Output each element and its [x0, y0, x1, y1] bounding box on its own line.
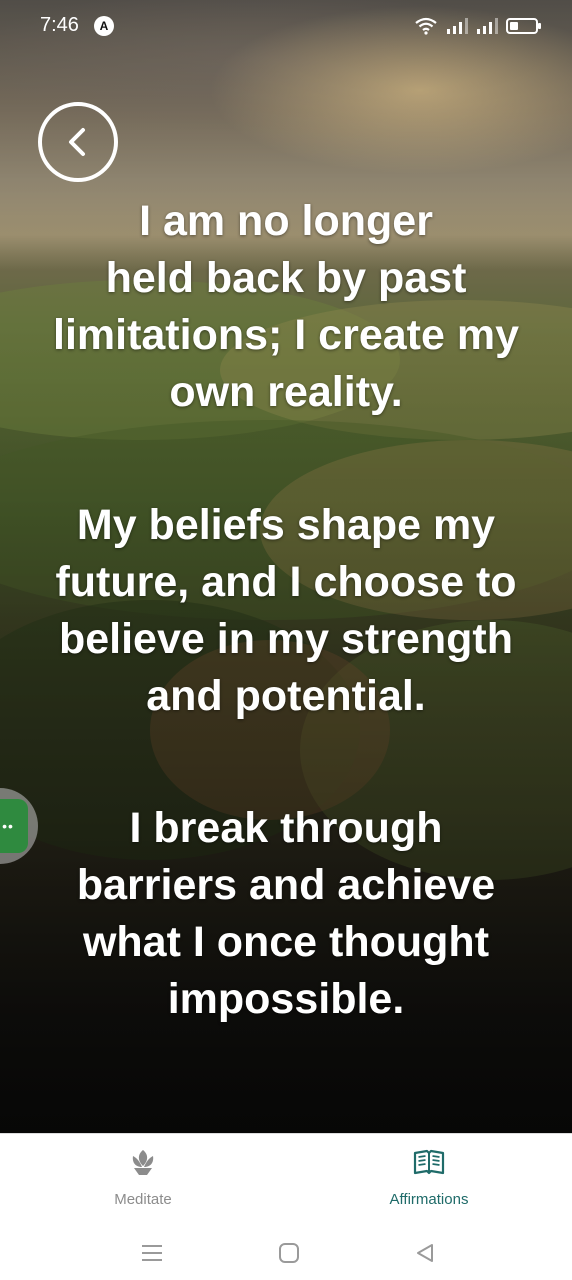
- affirmation-text-3: I break through barriers and achieve wha…: [76, 804, 496, 1023]
- signal-icon: [447, 18, 468, 34]
- nav-label-meditate: Meditate: [114, 1191, 172, 1208]
- lotus-icon: [132, 1150, 154, 1175]
- chat-bubble-icon: ••: [0, 799, 28, 853]
- battery-level: [510, 22, 518, 30]
- system-menu-button[interactable]: [132, 1233, 172, 1273]
- nav-item-meditate[interactable]: Meditate: [0, 1134, 286, 1224]
- battery-icon: [506, 18, 541, 34]
- wifi-icon: [415, 17, 437, 35]
- system-navigation-bar: [0, 1223, 572, 1280]
- back-button[interactable]: [38, 102, 118, 182]
- menu-icon: [142, 1245, 162, 1261]
- back-triangle-icon: [417, 1244, 433, 1262]
- open-book-icon: [413, 1149, 445, 1175]
- nav-label-affirmations: Affirmations: [389, 1191, 469, 1208]
- home-icon: [279, 1243, 299, 1263]
- bottom-navigation: Meditate Affirmations: [0, 1133, 572, 1223]
- nav-item-affirmations[interactable]: Affirmations: [286, 1134, 572, 1224]
- signal-icon-2: [477, 18, 498, 34]
- status-time: 7:46: [40, 14, 79, 36]
- system-home-button[interactable]: [269, 1233, 309, 1273]
- system-status-icons: [414, 16, 541, 36]
- app-notification-icon: A: [94, 16, 114, 36]
- affirmation-text-2: My beliefs shape my future, and I choose…: [55, 501, 517, 720]
- affirmation-text-1: I am no longer held back by past limitat…: [53, 197, 519, 416]
- chevron-left-icon: [69, 128, 85, 156]
- system-back-button[interactable]: [405, 1233, 445, 1273]
- status-bar: 7:46 A: [0, 0, 572, 52]
